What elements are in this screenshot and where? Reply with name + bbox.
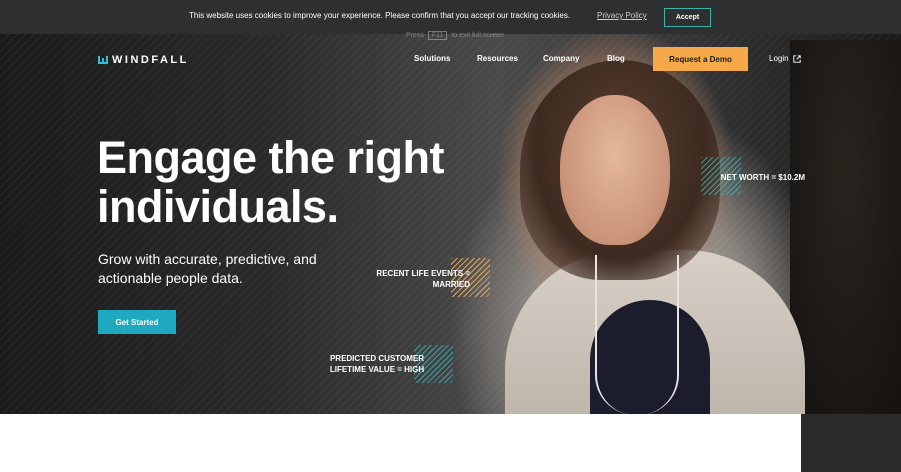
clv-line-2: LIFETIME VALUE = HIGH — [329, 365, 425, 374]
life-events-tag: RECENT LIFE EVENTS = MARRIED — [360, 268, 470, 290]
cookie-banner: This website uses cookies to improve you… — [0, 0, 901, 34]
fullscreen-hint-prefix: Press — [406, 32, 424, 39]
fullscreen-hint: Press F11 to exit full screen — [406, 31, 504, 40]
content-section — [0, 414, 801, 472]
woman-necklace — [595, 255, 679, 414]
logo-text: WINDFALL — [112, 54, 189, 66]
hero-headline-line-1: Engage the right — [97, 132, 445, 183]
nav-solutions[interactable]: Solutions — [414, 54, 450, 63]
hero-headline-line-2: individuals. — [97, 181, 339, 232]
windfall-logo[interactable]: WINDFALL — [98, 54, 189, 66]
clv-tag: PREDICTED CUSTOMER LIFETIME VALUE = HIGH — [320, 353, 434, 375]
cookie-banner-text: This website uses cookies to improve you… — [189, 11, 571, 20]
get-started-button[interactable]: Get Started — [98, 310, 176, 334]
background-person — [790, 40, 901, 414]
hero-headline: Engage the right individuals. — [97, 133, 517, 231]
hero-subheading-line-1: Grow with accurate, predictive, and — [98, 251, 317, 267]
login-label: Login — [769, 54, 789, 63]
hero-subheading-line-2: actionable people data. — [98, 270, 243, 286]
life-events-line-1: RECENT LIFE EVENTS = — [376, 269, 470, 278]
external-link-icon — [792, 54, 801, 63]
login-link[interactable]: Login — [769, 54, 801, 63]
accept-cookies-button[interactable]: Accept — [664, 8, 711, 27]
net-worth-tag: NET WORTH = $10.2M — [720, 173, 805, 182]
fullscreen-hint-suffix: to exit full screen — [451, 32, 504, 39]
nav-resources[interactable]: Resources — [477, 54, 518, 63]
fullscreen-hint-key: F11 — [427, 31, 448, 40]
nav-blog[interactable]: Blog — [607, 54, 625, 63]
clv-line-1: PREDICTED CUSTOMER — [329, 354, 425, 363]
life-events-line-2: MARRIED — [432, 280, 470, 289]
nav-company[interactable]: Company — [543, 54, 579, 63]
windfall-logo-icon — [98, 56, 108, 64]
request-demo-button[interactable]: Request a Demo — [653, 47, 748, 71]
woman-face — [560, 95, 670, 245]
privacy-policy-link[interactable]: Privacy Policy — [597, 11, 647, 20]
hero-subheading: Grow with accurate, predictive, and acti… — [98, 250, 358, 288]
